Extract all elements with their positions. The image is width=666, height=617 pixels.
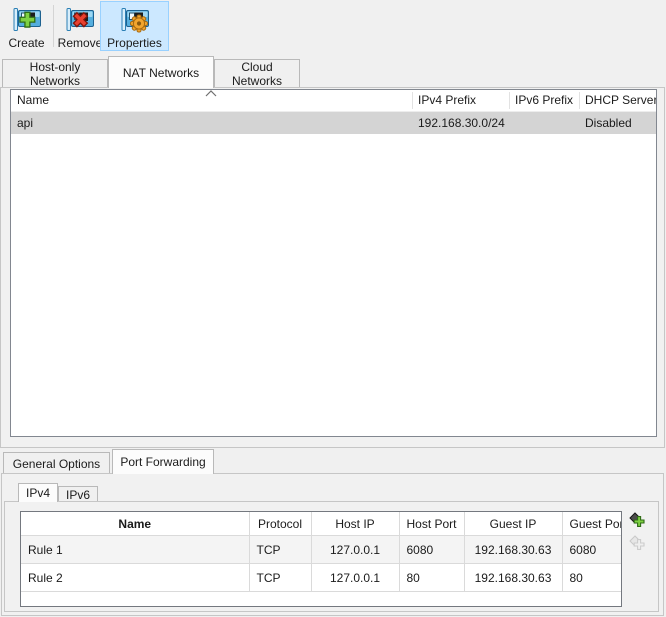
tab-port-forwarding[interactable]: Port Forwarding [112, 449, 214, 474]
tab-nat-label: NAT Networks [123, 66, 199, 80]
rule1-guest-port-cell[interactable]: 6080 [562, 536, 621, 564]
network-ipv4-cell: 192.168.30.0/24 [418, 112, 505, 134]
tab-ipv6[interactable]: IPv6 [58, 486, 98, 502]
col-header-dhcp-server[interactable]: DHCP Server [585, 90, 657, 111]
rule1-host-port-cell[interactable]: 6080 [399, 536, 464, 564]
rule-row-2[interactable]: Rule 2 TCP 127.0.0.1 80 192.168.30.63 80 [21, 564, 621, 592]
rule2-name-cell[interactable]: Rule 2 [21, 564, 249, 592]
rule1-guest-ip-cell[interactable]: 192.168.30.63 [464, 536, 562, 564]
network-dhcp-cell: Disabled [585, 112, 632, 134]
add-rule-button[interactable] [629, 512, 647, 530]
tab-cloud-label: Cloud Networks [215, 60, 299, 88]
rules-header-row[interactable]: Name Protocol Host IP Host Port Guest IP… [21, 512, 621, 536]
rule-row-1[interactable]: Rule 1 TCP 127.0.0.1 6080 192.168.30.63 … [21, 536, 621, 564]
properties-button[interactable]: Properties [100, 1, 169, 51]
tab-nat-networks[interactable]: NAT Networks [108, 56, 214, 88]
rule1-name-cell[interactable]: Rule 1 [21, 536, 249, 564]
sort-ascending-icon [205, 90, 217, 97]
rules-col-host-port[interactable]: Host Port [399, 512, 464, 536]
rules-col-protocol[interactable]: Protocol [249, 512, 311, 536]
rule2-protocol-cell[interactable]: TCP [249, 564, 311, 592]
rules-col-guest-port[interactable]: Guest Port [562, 512, 621, 536]
col-header-ipv4-prefix[interactable]: IPv4 Prefix [418, 90, 476, 111]
create-network-button[interactable]: Create [2, 1, 51, 51]
rule2-host-ip-cell[interactable]: 127.0.0.1 [311, 564, 399, 592]
rule2-guest-port-cell[interactable]: 80 [562, 564, 621, 592]
create-button-label: Create [8, 37, 44, 50]
col-header-ipv6-prefix[interactable]: IPv6 Prefix [515, 90, 573, 111]
tab-general-options[interactable]: General Options [3, 452, 110, 474]
tab-cloud-networks[interactable]: Cloud Networks [214, 59, 300, 87]
tab-host-only-label: Host-only Networks [3, 60, 107, 88]
remove-rule-button-disabled[interactable] [629, 535, 647, 553]
rules-col-guest-ip[interactable]: Guest IP [464, 512, 562, 536]
column-separator[interactable] [412, 92, 413, 109]
networks-table-header[interactable]: Name IPv4 Prefix IPv6 Prefix DHCP Server [11, 90, 656, 112]
networks-table[interactable]: Name IPv4 Prefix IPv6 Prefix DHCP Server… [10, 89, 657, 437]
tab-port-forwarding-label: Port Forwarding [120, 455, 205, 469]
rules-col-host-ip[interactable]: Host IP [311, 512, 399, 536]
network-name-cell: api [17, 112, 33, 134]
rule1-host-ip-cell[interactable]: 127.0.0.1 [311, 536, 399, 564]
rules-col-name[interactable]: Name [21, 512, 249, 536]
rule2-guest-ip-cell[interactable]: 192.168.30.63 [464, 564, 562, 592]
add-rule-icon [629, 512, 646, 529]
rule2-host-port-cell[interactable]: 80 [399, 564, 464, 592]
tab-general-options-label: General Options [13, 457, 100, 471]
tab-ipv4[interactable]: IPv4 [18, 483, 58, 502]
rule1-protocol-cell[interactable]: TCP [249, 536, 311, 564]
network-card-properties-icon [119, 4, 151, 36]
tab-ipv6-label: IPv6 [66, 488, 90, 502]
remove-network-button[interactable]: Remove [56, 1, 104, 51]
column-separator[interactable] [579, 92, 580, 109]
remove-rule-icon [629, 535, 646, 552]
network-row-api[interactable]: api 192.168.30.0/24 Disabled [11, 112, 656, 134]
network-card-create-icon [11, 4, 43, 36]
col-header-name[interactable]: Name [17, 90, 49, 111]
tab-host-only-networks[interactable]: Host-only Networks [2, 59, 108, 87]
port-forwarding-table[interactable]: Name Protocol Host IP Host Port Guest IP… [20, 511, 622, 607]
network-card-remove-icon [64, 4, 96, 36]
column-separator[interactable] [509, 92, 510, 109]
toolbar-separator [53, 5, 54, 47]
remove-button-label: Remove [58, 37, 103, 50]
gear-badge [130, 15, 147, 32]
toolbar: Create Remove [0, 0, 666, 54]
tab-ipv4-label: IPv4 [26, 486, 50, 500]
properties-button-label: Properties [107, 37, 162, 50]
